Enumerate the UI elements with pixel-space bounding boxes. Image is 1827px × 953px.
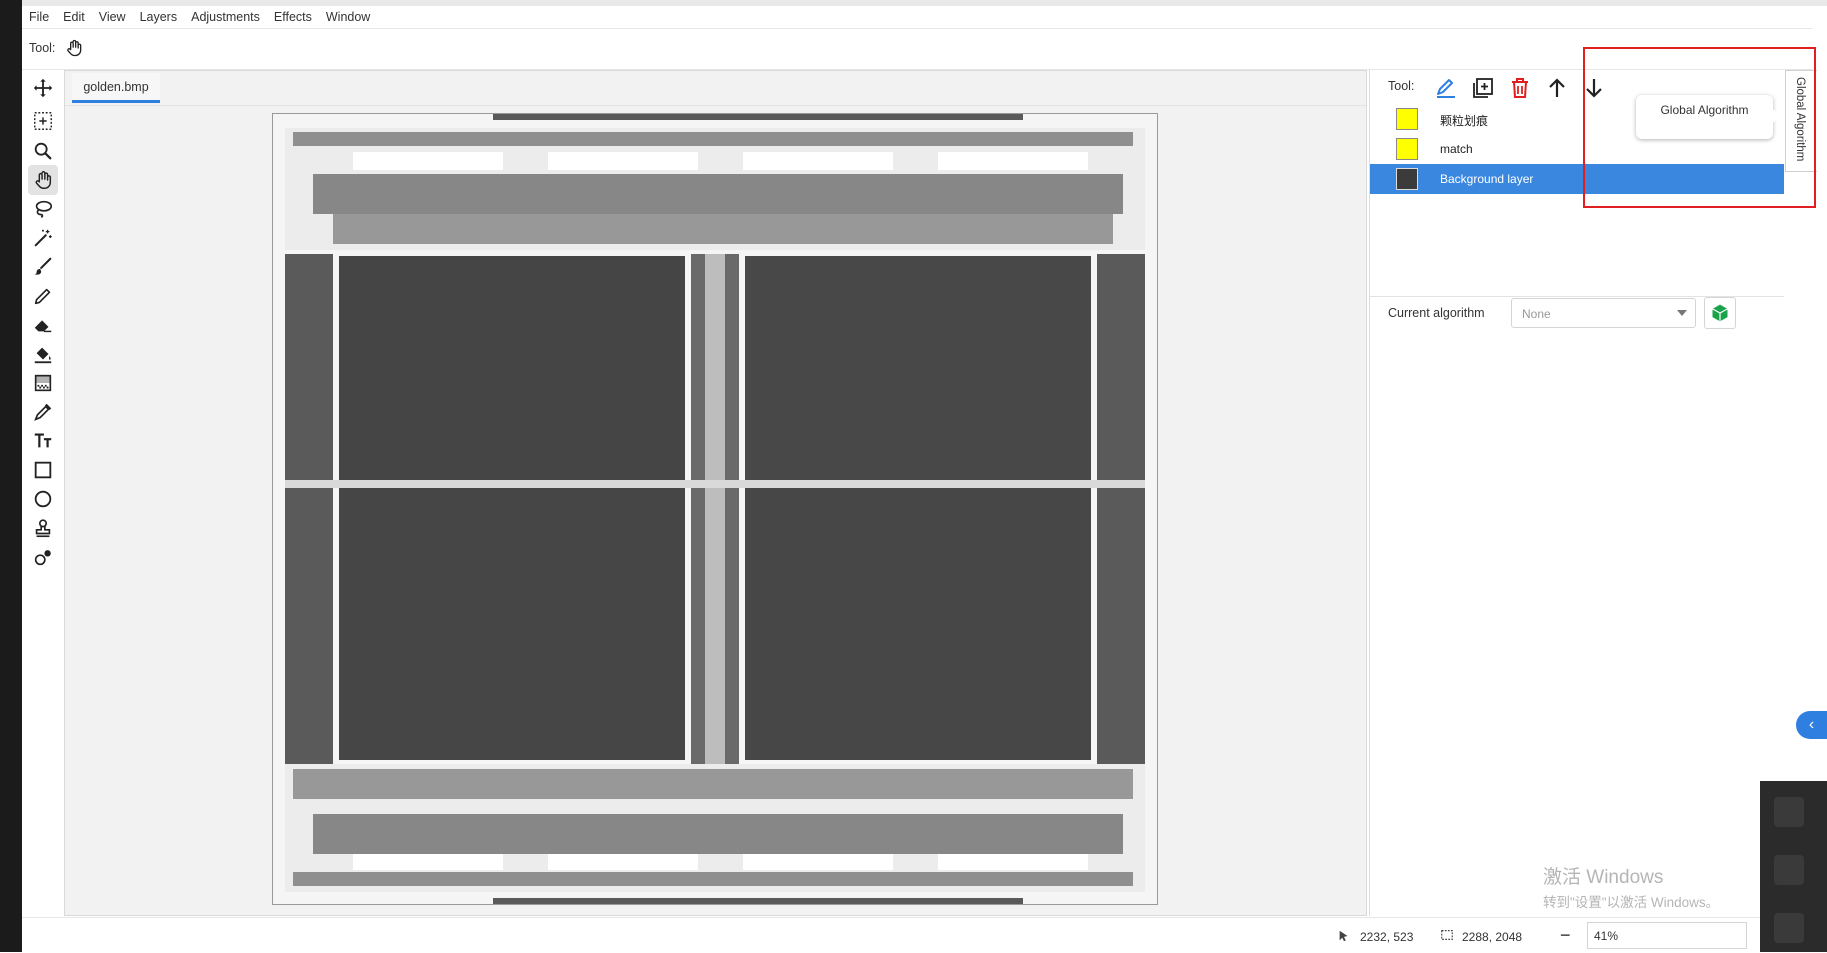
hand-icon[interactable] (64, 38, 84, 58)
recolor-icon[interactable] (28, 542, 58, 572)
ellipse-icon[interactable] (28, 484, 58, 514)
layer-thumbnail (1396, 168, 1418, 190)
layer-thumbnail (1396, 108, 1418, 130)
pencil-icon[interactable] (28, 281, 58, 311)
die-image-svg (273, 114, 1157, 904)
tool-options-bar: Tool: (22, 29, 1812, 70)
status-bar: 2232, 523 2288, 2048 − 41% (22, 917, 1812, 953)
layer-name: Background layer (1440, 172, 1534, 186)
menu-bar: File Edit View Layers Adjustments Effects Wind… (22, 6, 1812, 29)
tool-palette (22, 70, 64, 910)
menu-adjustments[interactable]: Adjustments (184, 6, 267, 24)
cursor-icon (1337, 929, 1351, 946)
algorithm-apply-button[interactable] (1704, 297, 1736, 329)
menu-file[interactable]: File (22, 6, 56, 24)
menu-layers[interactable]: Layers (133, 6, 185, 24)
taskbar-thumbnail[interactable] (1774, 913, 1804, 943)
zoom-out-button[interactable]: − (1560, 925, 1571, 946)
pan-icon[interactable] (28, 165, 58, 195)
rectangle-select-icon[interactable] (28, 106, 58, 136)
selection-size-icon (1440, 928, 1454, 945)
eraser-icon[interactable] (28, 310, 58, 340)
paintbrush-icon[interactable] (28, 252, 58, 282)
magic-wand-icon[interactable] (28, 223, 58, 253)
zoom-input[interactable]: 41% (1587, 922, 1747, 949)
color-picker-icon[interactable] (28, 397, 58, 427)
tool-label: Tool: (29, 41, 56, 55)
paint-bucket-icon[interactable] (28, 339, 58, 369)
menu-view[interactable]: View (92, 6, 133, 24)
zoom-value: 41% (1594, 929, 1619, 943)
taskbar-thumbnail[interactable] (1774, 797, 1804, 827)
tab-bar-divider (65, 105, 1366, 106)
cursor-position: 2232, 523 (1360, 930, 1414, 944)
current-algorithm-label: Current algorithm (1388, 306, 1485, 320)
menu-edit[interactable]: Edit (56, 6, 92, 24)
menu-effects[interactable]: Effects (267, 6, 319, 24)
move-layer-up-icon[interactable] (1543, 74, 1571, 102)
move-selection-icon[interactable] (28, 73, 58, 103)
gradient-icon[interactable] (28, 368, 58, 398)
rectangle-icon[interactable] (28, 455, 58, 485)
document-tab[interactable]: golden.bmp (72, 73, 160, 103)
zoom-icon[interactable] (28, 136, 58, 166)
edit-layer-icon[interactable] (1432, 74, 1460, 102)
clone-stamp-icon[interactable] (28, 513, 58, 543)
cube-icon (1712, 304, 1728, 322)
menu-window[interactable]: Window (319, 6, 377, 24)
windows-activation-title: 激活 Windows (1543, 867, 1664, 888)
wafer-die-image[interactable] (272, 113, 1158, 905)
layer-name: match (1440, 142, 1473, 156)
layer-name: 颗粒划痕 (1440, 114, 1489, 128)
algorithm-select[interactable]: None (1511, 298, 1696, 328)
taskbar-thumbnail[interactable] (1774, 855, 1804, 885)
algorithm-select-value: None (1522, 307, 1551, 321)
left-window-edge (0, 0, 22, 952)
delete-layer-icon[interactable] (1506, 74, 1534, 102)
text-icon[interactable] (28, 426, 58, 456)
layers-tool-label: Tool: (1388, 79, 1415, 93)
collapse-panel-button[interactable]: ‹ (1796, 711, 1827, 739)
chevron-left-icon: ‹ (1808, 716, 1815, 733)
lasso-icon[interactable] (28, 194, 58, 224)
windows-activation-subtitle: 转到"设置"以激活 Windows。 (1543, 895, 1720, 910)
layer-thumbnail (1396, 138, 1418, 160)
highlight-annotation-box (1583, 47, 1816, 208)
add-layer-icon[interactable] (1469, 74, 1497, 102)
taskbar-thumbnails (1760, 781, 1827, 952)
selection-size: 2288, 2048 (1462, 930, 1523, 944)
chevron-down-icon (1677, 310, 1687, 316)
